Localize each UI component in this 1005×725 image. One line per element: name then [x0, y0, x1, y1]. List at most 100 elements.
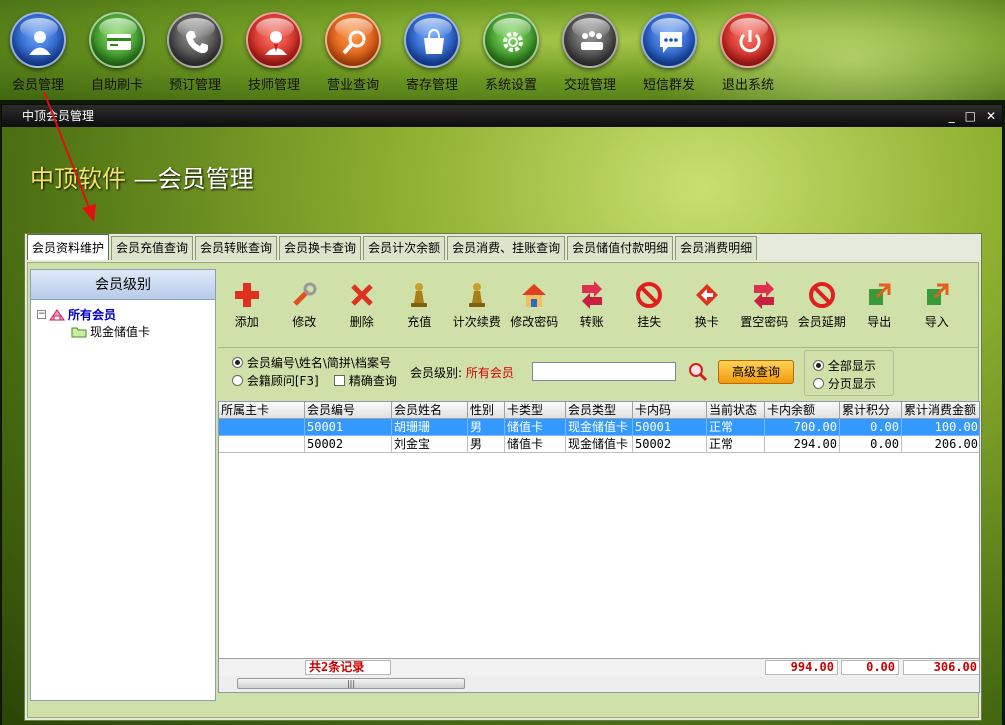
- search-by-member-option[interactable]: 会员编号\姓名\简拼\档案号: [232, 354, 391, 371]
- radio-icon: [813, 378, 824, 389]
- tab-count-balance[interactable]: 会员计次余额: [363, 236, 446, 260]
- tool-label: 导入: [924, 315, 949, 329]
- window-titlebar[interactable]: 中顶会员管理 _ □ ✕: [2, 105, 1002, 127]
- column-header[interactable]: 会员类型: [566, 402, 633, 419]
- delete-button[interactable]: 删除: [333, 269, 391, 341]
- launcher-booking[interactable]: 预订管理: [157, 12, 233, 93]
- cell-points: 0.00: [840, 436, 902, 453]
- pawn-icon: [468, 283, 485, 307]
- advanced-query-button[interactable]: 高级查询: [718, 360, 794, 384]
- app-title: 中顶软件 —会员管理: [30, 159, 254, 194]
- launcher-business-query[interactable]: 营业查询: [315, 12, 391, 93]
- member-level-tree: 会员级别 − 所有会员 现金储值卡: [30, 269, 216, 701]
- tab-consume-query[interactable]: 会员消费、挂账查询: [447, 236, 566, 260]
- launcher-sms[interactable]: 短信群发: [631, 12, 707, 93]
- close-button[interactable]: ✕: [986, 105, 996, 127]
- minimize-button[interactable]: _: [949, 105, 955, 127]
- grid-header-row: 所属主卡 会员编号 会员姓名 性别 卡类型 会员类型 卡内码 当前状态 卡内余额…: [219, 402, 979, 419]
- launcher-shift[interactable]: 交班管理: [552, 12, 628, 93]
- column-header[interactable]: 当前状态: [707, 402, 765, 419]
- edit-button[interactable]: 修改: [276, 269, 334, 341]
- phone-icon: [167, 12, 223, 68]
- member-level-value[interactable]: 所有会员: [466, 366, 514, 380]
- display-all-option[interactable]: 全部显示: [813, 357, 876, 374]
- tab-stored-payment-detail[interactable]: 会员储值付款明细: [567, 236, 674, 260]
- tree-node-root[interactable]: − 所有会员: [37, 306, 116, 323]
- tree-node-cash-card[interactable]: 现金储值卡: [71, 323, 150, 340]
- count-renew-button[interactable]: 计次续费: [448, 269, 506, 341]
- report-loss-button[interactable]: 挂失: [621, 269, 679, 341]
- cell-status: 正常: [707, 436, 765, 453]
- option-label: 会籍顾问[F3]: [246, 374, 319, 388]
- search-input[interactable]: [532, 362, 676, 381]
- collapse-icon[interactable]: −: [37, 310, 46, 319]
- launcher-settings[interactable]: 系统设置: [473, 12, 549, 93]
- column-header[interactable]: 累计积分: [840, 402, 902, 419]
- radio-icon: [232, 357, 243, 368]
- display-paged-option[interactable]: 分页显示: [813, 375, 876, 392]
- table-row[interactable]: 50002 刘金宝 男 储值卡 现金储值卡 50002 正常 294.00 0.…: [219, 436, 979, 453]
- ban-icon: [636, 282, 663, 308]
- cell-points: 0.00: [840, 419, 902, 436]
- maximize-button[interactable]: □: [965, 105, 976, 127]
- add-button[interactable]: 添加: [218, 269, 276, 341]
- cell-card-type: 储值卡: [505, 436, 566, 453]
- column-header[interactable]: 所属主卡: [219, 402, 305, 419]
- column-header[interactable]: 会员编号: [305, 402, 392, 419]
- cell-member-type: 现金储值卡: [566, 419, 633, 436]
- card-icon: [89, 12, 145, 68]
- cell-member-type: 现金储值卡: [566, 436, 633, 453]
- search-icon[interactable]: [688, 362, 708, 382]
- radio-icon: [813, 360, 824, 371]
- change-card-button[interactable]: 换卡: [678, 269, 736, 341]
- column-header[interactable]: 性别: [468, 402, 505, 419]
- scrollbar-thumb[interactable]: |||: [237, 678, 465, 689]
- tab-content: 会员级别 − 所有会员 现金储值卡 添加 修改 删除 充值 计次续费 修改密码 …: [27, 262, 980, 718]
- launcher-label: 技师管理: [247, 78, 300, 93]
- change-password-button[interactable]: 修改密码: [506, 269, 564, 341]
- search-by-advisor-option[interactable]: 会籍顾问[F3]: [232, 372, 319, 389]
- column-header[interactable]: 卡内码: [633, 402, 707, 419]
- clear-password-button[interactable]: 置空密码: [736, 269, 794, 341]
- horizontal-scrollbar[interactable]: |||: [219, 676, 979, 692]
- tab-consume-detail[interactable]: 会员消费明细: [675, 236, 758, 260]
- gear-icon: [483, 12, 539, 68]
- launcher-label: 自助刷卡: [90, 78, 143, 93]
- launcher-storage[interactable]: 寄存管理: [394, 12, 470, 93]
- column-header[interactable]: 卡类型: [505, 402, 566, 419]
- cell-total-spend: 100.00: [902, 419, 979, 436]
- column-header[interactable]: 卡内余额: [765, 402, 840, 419]
- export-button[interactable]: 导出: [851, 269, 909, 341]
- search-area: 会员编号\姓名\简拼\档案号 会籍顾问[F3] 精确查询 会员级别: 所有会员 …: [218, 347, 978, 399]
- recharge-button[interactable]: 充值: [391, 269, 449, 341]
- tab-transfer-query[interactable]: 会员转账查询: [195, 236, 278, 260]
- extend-member-button[interactable]: 会员延期: [793, 269, 851, 341]
- add-icon: [234, 283, 259, 307]
- cell-member-name: 刘金宝: [392, 436, 468, 453]
- option-label: 分页显示: [827, 377, 876, 391]
- message-icon: [641, 12, 697, 68]
- transfer-button[interactable]: 转账: [563, 269, 621, 341]
- cell-balance: 294.00: [765, 436, 840, 453]
- tab-member-profile[interactable]: 会员资料维护: [27, 234, 110, 260]
- launcher-exit[interactable]: 退出系统: [710, 12, 786, 93]
- launcher-technician[interactable]: 技师管理: [236, 12, 312, 93]
- cell-main-card: [219, 436, 305, 453]
- column-header[interactable]: 会员姓名: [392, 402, 468, 419]
- cell-member-no: 50002: [305, 436, 392, 453]
- column-header[interactable]: 累计消费金额: [902, 402, 979, 419]
- launcher-label: 短信群发: [642, 78, 695, 93]
- member-grid: 所属主卡 会员编号 会员姓名 性别 卡类型 会员类型 卡内码 当前状态 卡内余额…: [218, 401, 980, 693]
- launcher-member-management[interactable]: 会员管理: [0, 12, 76, 93]
- technician-icon: [246, 12, 302, 68]
- app-title-rest: —会员管理: [126, 165, 254, 193]
- tab-card-change-query[interactable]: 会员换卡查询: [279, 236, 362, 260]
- import-button[interactable]: 导入: [908, 269, 966, 341]
- precise-query-checkbox[interactable]: 精确查询: [334, 372, 397, 389]
- table-row[interactable]: 50001 胡珊珊 男 储值卡 现金储值卡 50001 正常 700.00 0.…: [219, 419, 979, 436]
- wrench-icon: [293, 282, 317, 306]
- tab-recharge-query[interactable]: 会员充值查询: [111, 236, 194, 260]
- launcher-self-card[interactable]: 自助刷卡: [79, 12, 155, 93]
- power-icon: [720, 12, 776, 68]
- cell-main-card: [219, 419, 305, 436]
